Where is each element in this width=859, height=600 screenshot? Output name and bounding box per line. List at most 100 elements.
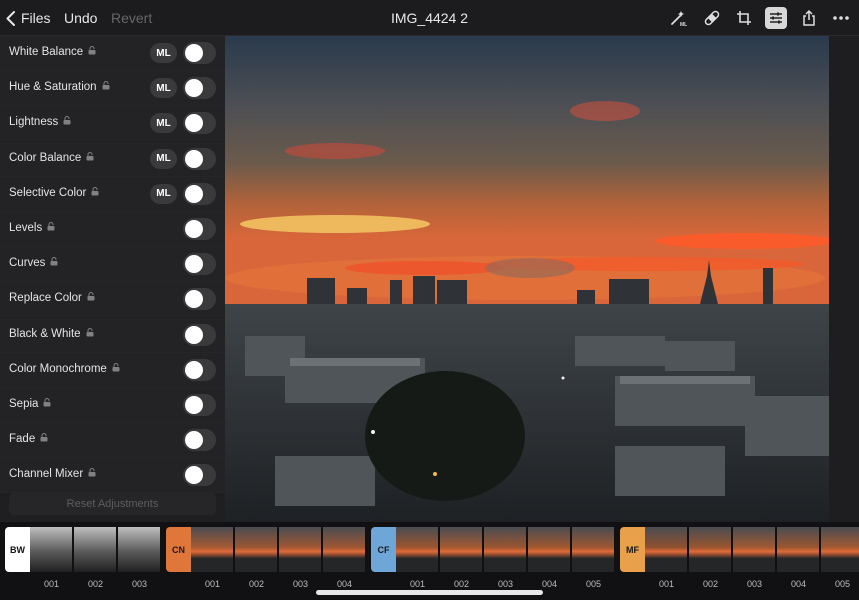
toggle-knob — [185, 149, 203, 168]
adjustment-row[interactable]: Levels — [0, 212, 225, 247]
adjustment-row[interactable]: Sepia — [0, 388, 225, 423]
filter-number: 003 — [131, 579, 148, 589]
revert-button[interactable]: Revert — [111, 10, 152, 26]
filter-category-badge[interactable]: BW — [5, 527, 30, 572]
adjustment-toggle[interactable] — [183, 253, 216, 276]
back-to-files-button[interactable]: Files — [6, 9, 51, 27]
lock-icon — [86, 327, 94, 340]
adjustment-label: Hue & Saturation — [9, 81, 110, 93]
adjustment-label: Color Monochrome — [9, 363, 120, 375]
adjustment-toggle[interactable] — [183, 112, 216, 135]
reset-adjustments-button[interactable]: Reset Adjustments — [9, 493, 216, 515]
adjustment-name: Hue & Saturation — [9, 81, 97, 94]
filter-thumbnail[interactable] — [733, 527, 776, 572]
adjustment-row[interactable]: Color Monochrome — [0, 352, 225, 388]
filter-number: 001 — [43, 579, 60, 589]
adjustment-toggle[interactable] — [183, 358, 216, 381]
ml-button[interactable]: ML — [150, 148, 177, 169]
filter-thumbnail[interactable] — [821, 527, 859, 572]
adjustment-row[interactable]: Fade — [0, 423, 225, 459]
adjustment-row[interactable]: Replace Color — [0, 282, 225, 318]
adjustment-name: Sepia — [9, 398, 39, 410]
bandage-icon[interactable] — [701, 7, 723, 29]
filter-category-badge[interactable]: CN — [166, 527, 191, 572]
ml-button[interactable]: ML — [150, 43, 177, 63]
adjustment-row[interactable]: Hue & Saturation ML — [0, 71, 225, 107]
filter-thumbnail[interactable] — [30, 527, 73, 572]
adjustment-row[interactable]: Lightness ML — [0, 106, 225, 142]
filter-thumbnail[interactable] — [645, 527, 688, 572]
adjustment-label: Sepia — [9, 398, 51, 410]
ml-button[interactable]: ML — [150, 183, 177, 204]
filter-thumbnail[interactable] — [396, 527, 439, 572]
toggle-knob — [185, 396, 203, 414]
filter-number: 005 — [585, 579, 602, 589]
filter-thumbnail[interactable] — [440, 527, 483, 572]
adjustment-toggle[interactable] — [183, 77, 216, 100]
adjustment-row[interactable]: Selective Color ML — [0, 176, 225, 212]
filter-number: 002 — [702, 579, 719, 589]
filter-thumbnail[interactable] — [118, 527, 161, 572]
toggle-knob — [185, 44, 203, 62]
adjustment-toggle[interactable] — [183, 182, 216, 205]
filter-thumbnail[interactable] — [528, 527, 571, 572]
filter-thumbnail[interactable] — [484, 527, 527, 572]
filter-number: 005 — [834, 579, 851, 589]
crop-icon[interactable] — [733, 7, 755, 29]
adjustment-toggle[interactable] — [183, 323, 216, 346]
filter-thumbnail[interactable] — [191, 527, 234, 572]
filter-category-badge[interactable]: MF — [620, 527, 645, 572]
photo-canvas[interactable] — [225, 36, 829, 522]
filter-filmstrip[interactable]: BW 001 002 003 CN 001 002 003 004 CF 001 002 003 004 0… — [0, 522, 859, 600]
filter-thumbnail[interactable] — [74, 527, 117, 572]
adjustment-name: Levels — [9, 222, 43, 234]
toggle-knob — [185, 184, 203, 203]
adjustment-label: Color Balance — [9, 152, 94, 164]
home-indicator — [316, 590, 543, 595]
ml-button[interactable]: ML — [150, 78, 177, 99]
filter-number: 004 — [790, 579, 807, 589]
adjustment-row[interactable]: Channel Mixer — [0, 458, 225, 494]
adjustment-row[interactable]: White Balance ML — [0, 36, 225, 71]
adjustment-label: Curves — [9, 257, 58, 269]
toggle-knob — [185, 431, 203, 450]
toggle-knob — [185, 79, 203, 98]
adjustment-toggle[interactable] — [183, 147, 216, 170]
filter-thumbnail[interactable] — [572, 527, 615, 572]
adjustment-row[interactable]: Color Balance ML — [0, 141, 225, 177]
adjustment-name: White Balance — [9, 46, 84, 58]
filter-number: 004 — [541, 579, 558, 589]
adjustment-row[interactable]: Black & White — [0, 317, 225, 353]
ml-button[interactable]: ML — [150, 113, 177, 134]
lock-icon — [47, 222, 55, 234]
adjustment-toggle[interactable] — [183, 42, 216, 64]
filter-thumbnail[interactable] — [323, 527, 366, 572]
filter-number: 003 — [746, 579, 763, 589]
filter-number: 001 — [204, 579, 221, 589]
adjustment-toggle[interactable] — [183, 394, 216, 416]
adjustment-row[interactable]: Curves — [0, 247, 225, 283]
toggle-knob — [185, 255, 203, 274]
filter-category-badge[interactable]: CF — [371, 527, 396, 572]
filter-thumbnail[interactable] — [777, 527, 820, 572]
adjustment-toggle[interactable] — [183, 288, 216, 311]
adjustment-label: Replace Color — [9, 292, 95, 304]
adjustment-name: Black & White — [9, 327, 81, 340]
top-toolbar: Files Undo Revert IMG_4424 2 ML — [0, 0, 859, 36]
adjustment-toggle[interactable] — [183, 464, 216, 487]
ellipsis-icon[interactable] — [830, 7, 852, 29]
adjustment-name: Color Balance — [9, 151, 82, 164]
adjustment-name: Fade — [9, 433, 36, 446]
adjustment-toggle[interactable] — [183, 218, 216, 240]
lock-icon — [91, 186, 99, 199]
filter-number: 002 — [248, 579, 265, 589]
filter-thumbnail[interactable] — [279, 527, 322, 572]
sliders-icon[interactable] — [765, 7, 787, 29]
undo-button[interactable]: Undo — [64, 10, 97, 26]
share-icon[interactable] — [798, 7, 820, 29]
filter-thumbnail[interactable] — [235, 527, 278, 572]
magic-wand-ml-icon[interactable]: ML — [667, 7, 689, 29]
adjustment-toggle[interactable] — [183, 429, 216, 452]
filter-thumbnail[interactable] — [689, 527, 732, 572]
svg-text:ML: ML — [680, 22, 687, 27]
